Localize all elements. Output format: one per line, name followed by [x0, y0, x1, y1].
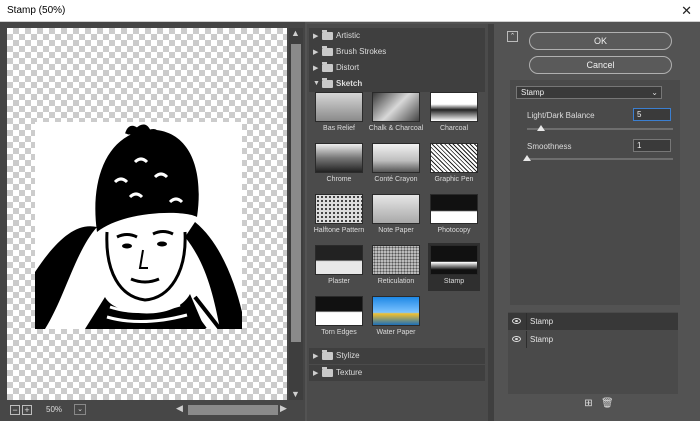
filter-note-paper[interactable]: Note Paper	[370, 192, 422, 240]
folder-icon	[322, 367, 333, 377]
zoom-in-icon[interactable]: +	[22, 405, 32, 415]
filter-reticulation[interactable]: Reticulation	[370, 243, 422, 291]
folder-icon	[322, 350, 333, 360]
light-dark-balance-slider[interactable]	[527, 128, 673, 130]
filter-thumbnail	[372, 194, 420, 224]
chevron-down-icon: ▼	[313, 80, 320, 87]
filter-thumbnail	[315, 92, 363, 122]
folder-icon	[322, 30, 333, 40]
filter-thumbnail	[315, 194, 363, 224]
filter-thumbnail	[372, 245, 420, 275]
slider-handle[interactable]	[537, 125, 545, 131]
chevron-right-icon: ▶	[313, 49, 319, 56]
filter-thumbnail	[430, 245, 478, 275]
category-distort[interactable]: ▶ Distort	[309, 60, 485, 76]
filter-water-paper[interactable]: Water Paper	[370, 294, 422, 342]
chevron-right-icon: ▶	[313, 33, 319, 40]
scrollbar-thumb[interactable]	[291, 44, 301, 342]
category-brush-strokes[interactable]: ▶ Brush Strokes	[309, 44, 485, 60]
zoom-out-icon[interactable]: −	[10, 405, 20, 415]
filter-thumbnail	[430, 143, 478, 173]
preview-horizontal-scrollbar[interactable]	[188, 405, 278, 415]
light-dark-balance-input[interactable]: 5	[633, 108, 671, 121]
filter-thumbnail	[372, 143, 420, 173]
filter-photocopy[interactable]: Photocopy	[428, 192, 480, 240]
filter-thumbnail	[372, 296, 420, 326]
eye-icon[interactable]	[512, 318, 521, 324]
filter-chalk-charcoal[interactable]: Chalk & Charcoal	[369, 90, 423, 138]
filter-charcoal[interactable]: Charcoal	[428, 90, 480, 138]
folder-open-icon	[322, 78, 333, 88]
gallery-scrollbar[interactable]	[488, 24, 494, 421]
chevron-right-icon: ▶	[313, 370, 319, 377]
filter-thumbnail	[315, 245, 363, 275]
chevron-right-icon: ▶	[313, 65, 319, 72]
filter-thumbnail	[315, 296, 363, 326]
filter-stamp[interactable]: Stamp	[428, 243, 480, 291]
smoothness-input[interactable]: 1	[633, 139, 671, 152]
filter-torn-edges[interactable]: Torn Edges	[313, 294, 365, 342]
filter-thumbnail	[372, 92, 420, 122]
category-stylize[interactable]: ▶ Stylize	[309, 348, 485, 364]
folder-icon	[322, 46, 333, 56]
cancel-button[interactable]: Cancel	[529, 56, 672, 74]
filter-select[interactable]: Stamp ⌄	[516, 86, 662, 99]
scroll-down-icon[interactable]: ▼	[291, 390, 300, 399]
light-dark-balance-label: Light/Dark Balance	[527, 111, 595, 120]
window-title: Stamp (50%)	[7, 5, 66, 16]
category-artistic[interactable]: ▶ Artistic	[309, 28, 485, 44]
zoom-level: 50%	[46, 405, 63, 414]
preview-vertical-scrollbar[interactable]	[289, 28, 303, 400]
smoothness-slider[interactable]	[527, 158, 673, 160]
filter-chrome[interactable]: Chrome	[313, 141, 365, 189]
new-effect-layer-icon[interactable]: ⊞	[583, 398, 594, 409]
filter-bas-relief[interactable]: Bas Relief	[313, 90, 365, 138]
ok-button[interactable]: OK	[529, 32, 672, 50]
trash-icon[interactable]: 🗑	[601, 398, 614, 409]
preview-image	[35, 122, 242, 329]
effect-layer[interactable]: Stamp	[508, 313, 678, 330]
chevron-down-icon[interactable]: ⌄	[74, 404, 86, 415]
filter-thumbnail	[430, 92, 478, 122]
filter-thumbnail	[315, 143, 363, 173]
scroll-left-icon[interactable]: ◀	[176, 404, 183, 413]
effect-layer[interactable]: Stamp	[508, 331, 678, 348]
filter-graphic-pen[interactable]: Graphic Pen	[428, 141, 480, 189]
filter-conte-crayon[interactable]: Conté Crayon	[370, 141, 422, 189]
filter-plaster[interactable]: Plaster	[313, 243, 365, 291]
close-icon[interactable]: ✕	[681, 3, 692, 19]
category-texture[interactable]: ▶ Texture	[309, 365, 485, 381]
chevron-down-icon: ⌄	[651, 88, 658, 97]
filter-halftone-pattern[interactable]: Halftone Pattern	[313, 192, 365, 240]
eye-icon[interactable]	[512, 336, 521, 342]
smoothness-label: Smoothness	[527, 142, 572, 151]
title-bar: Stamp (50%) ✕	[0, 0, 700, 22]
slider-handle[interactable]	[523, 155, 531, 161]
scroll-up-icon[interactable]: ▲	[291, 29, 300, 38]
folder-icon	[322, 62, 333, 72]
collapse-icon[interactable]: ⌃	[507, 31, 518, 42]
filter-thumbnail	[430, 194, 478, 224]
scroll-right-icon[interactable]: ▶	[280, 404, 287, 413]
chevron-right-icon: ▶	[313, 353, 319, 360]
